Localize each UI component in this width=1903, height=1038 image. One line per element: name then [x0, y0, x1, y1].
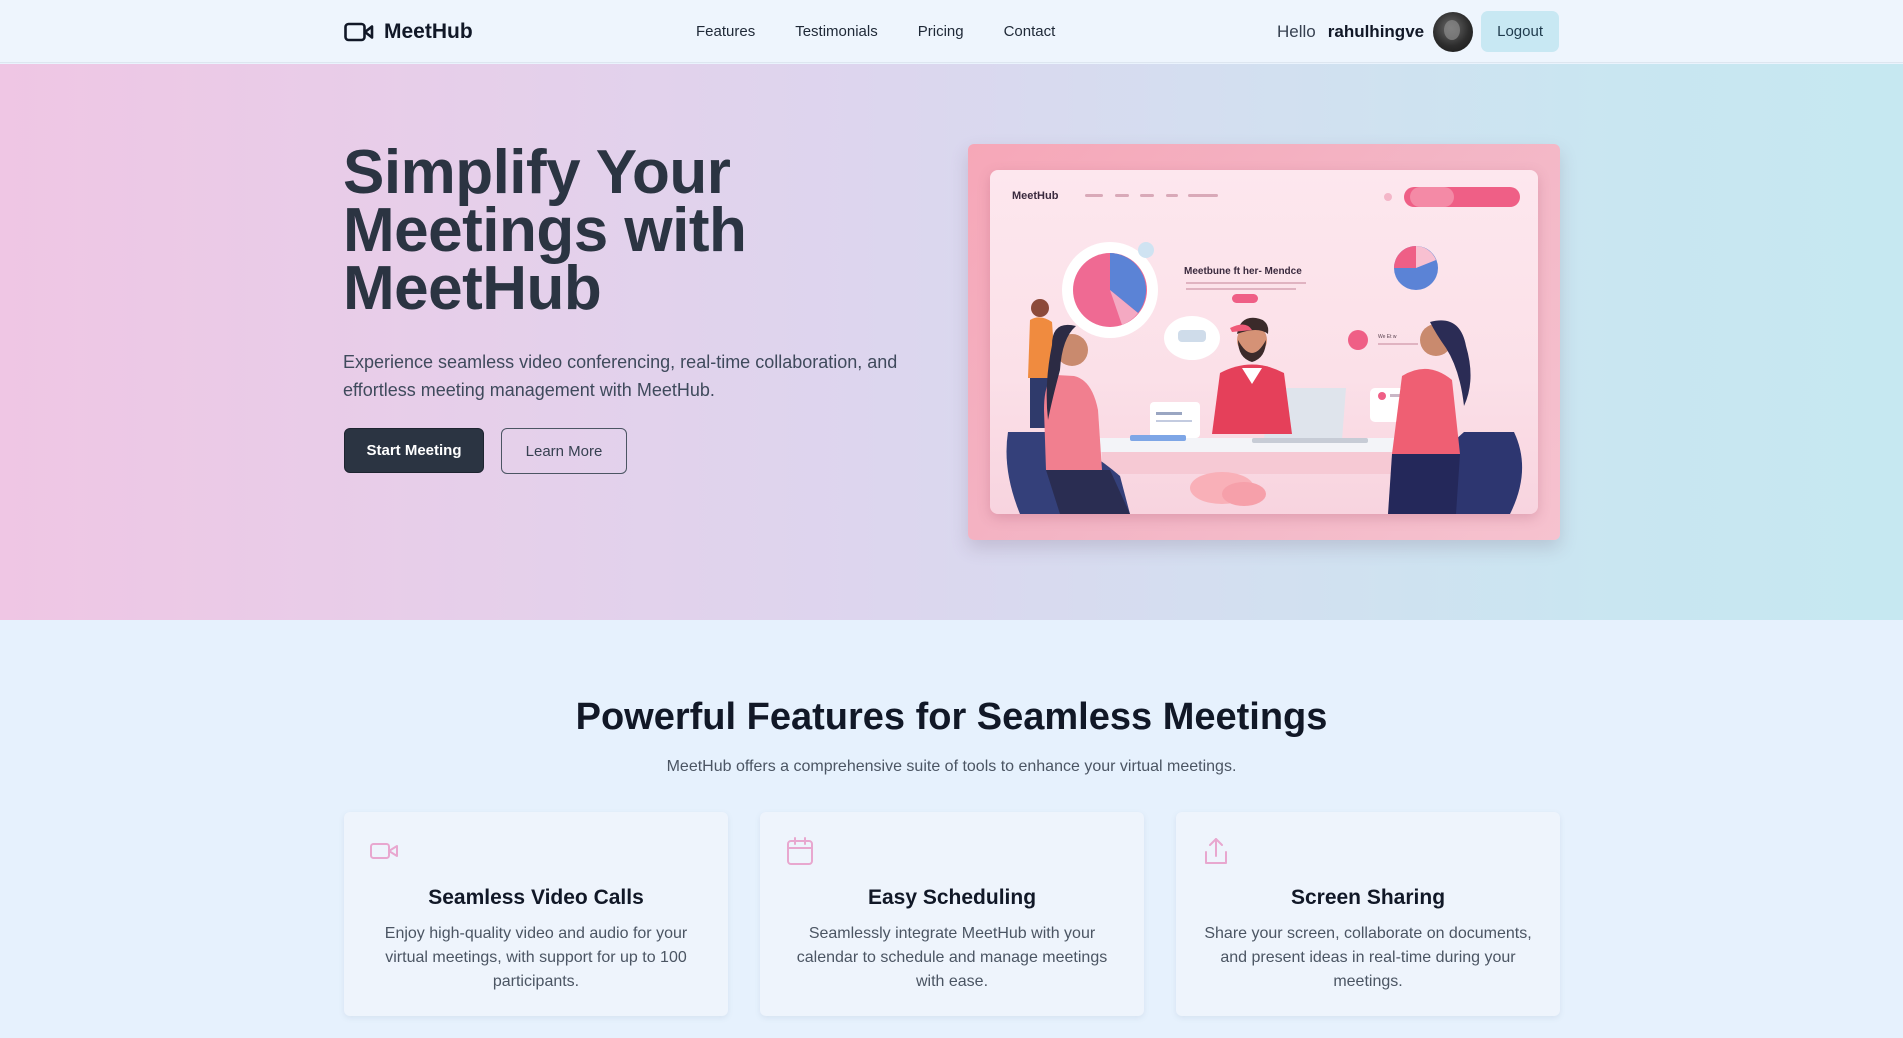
- user-area: Hello rahulhingve Logout: [1277, 0, 1559, 63]
- hero-subtitle: Experience seamless video conferencing, …: [343, 352, 898, 400]
- brand-name: MeetHub: [384, 19, 473, 43]
- nav-link-features[interactable]: Features: [696, 23, 755, 40]
- illustration-logo-text: MeetHub: [1012, 190, 1059, 202]
- meeting-illustration: MeetHub Meetbune ft her- Mendce We Et w: [1006, 187, 1523, 514]
- brand-logo-link[interactable]: MeetHub: [344, 20, 473, 44]
- nav-link-testimonials[interactable]: Testimonials: [795, 23, 878, 40]
- features-section: Powerful Features for Seamless Meetings …: [0, 620, 1903, 1038]
- features-subtitle: MeetHub offers a comprehensive suite of …: [666, 758, 1237, 775]
- feature-card-text: Share your screen, collaborate on docume…: [1204, 925, 1532, 990]
- hero-illustration: MeetHub Meetbune ft her- Mendce We Et w: [968, 144, 1560, 540]
- start-meeting-button[interactable]: Start Meeting: [344, 428, 484, 473]
- feature-card-title: Easy Scheduling: [867, 886, 1037, 909]
- username-text: rahulhingve: [1327, 21, 1425, 41]
- feature-card-scheduling: Easy Scheduling Seamlessly integrate Mee…: [760, 812, 1144, 1016]
- illustration-headline: Meetbune ft her- Mendce: [1184, 266, 1302, 277]
- logout-button[interactable]: Logout: [1481, 11, 1559, 52]
- feature-card-video: Seamless Video Calls Enjoy high-quality …: [344, 812, 728, 1016]
- calendar-icon: [787, 837, 813, 865]
- nav-link-contact[interactable]: Contact: [1004, 23, 1056, 40]
- share-icon: [1205, 838, 1227, 864]
- avatar[interactable]: [1433, 11, 1474, 52]
- feature-card-title: Seamless Video Calls: [428, 886, 644, 909]
- feature-card-text: Seamlessly integrate MeetHub with your c…: [796, 925, 1108, 990]
- feature-card-screen-sharing: Screen Sharing Share your screen, collab…: [1176, 812, 1560, 1016]
- hero-section: Simplify Your Meetings with MeetHub Expe…: [0, 64, 1903, 620]
- video-camera-icon: [344, 22, 374, 41]
- learn-more-button[interactable]: Learn More: [501, 428, 627, 474]
- hero-title: Simplify Your Meetings with MeetHub: [343, 138, 747, 323]
- feature-card-text: Enjoy high-quality video and audio for y…: [384, 925, 688, 990]
- nav-links: Features Testimonials Pricing Contact: [696, 0, 1055, 63]
- nav-link-pricing[interactable]: Pricing: [918, 23, 964, 40]
- illustration-screen: MeetHub Meetbune ft her- Mendce We Et w: [990, 170, 1538, 514]
- feature-card-title: Screen Sharing: [1290, 886, 1446, 909]
- greeting-text: Hello: [1277, 21, 1316, 41]
- top-navbar: MeetHub Features Testimonials Pricing Co…: [0, 0, 1903, 63]
- video-icon: [370, 843, 398, 859]
- illustration-small-label: We Et w: [1378, 334, 1397, 340]
- navbar-inner: MeetHub Features Testimonials Pricing Co…: [344, 0, 1559, 63]
- features-title: Powerful Features for Seamless Meetings: [575, 696, 1328, 738]
